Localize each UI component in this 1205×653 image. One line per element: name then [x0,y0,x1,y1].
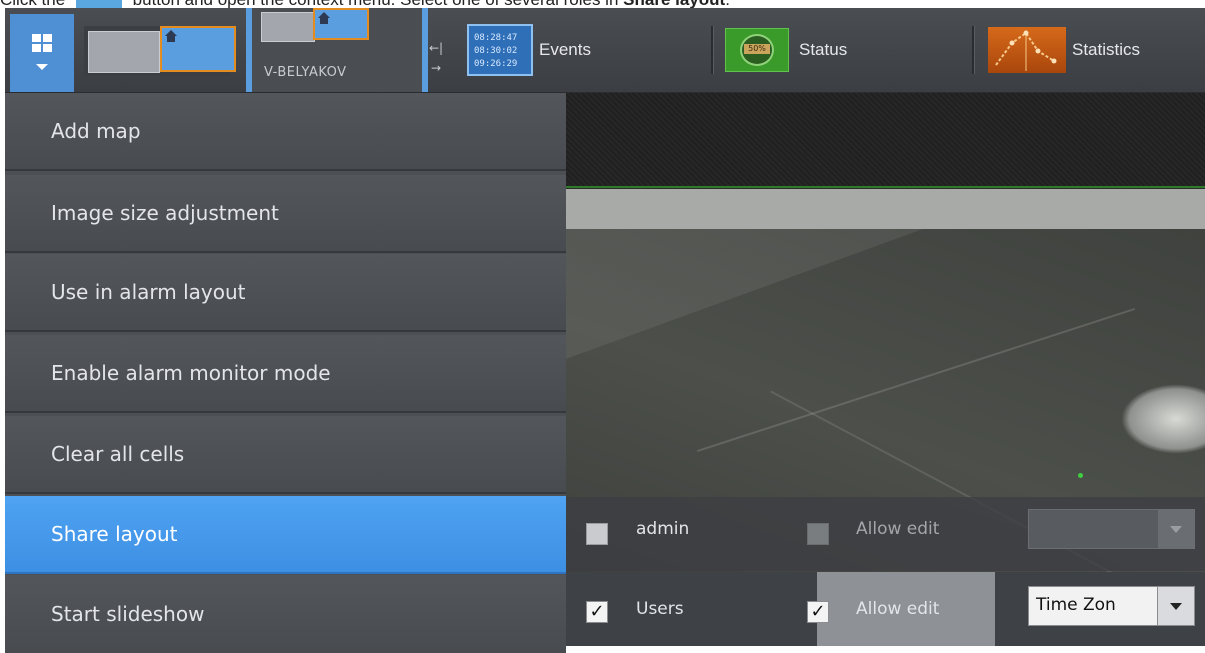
event-time: 09:26:29 [474,59,518,69]
statistics-button[interactable]: Statistics [988,22,1140,78]
menu-item-clear-all-cells[interactable]: Clear all cells [5,416,566,494]
chevron-down-icon[interactable] [1157,587,1194,625]
menu-item-label: Add map [51,119,141,143]
menu-item-label: Start slideshow [51,602,205,626]
layout-cell [261,12,315,42]
menu-item-share-layout[interactable]: Share layout [5,496,566,574]
status-gauge-icon: 50% [725,28,789,72]
event-time: 08:30:02 [474,46,518,56]
chevron-down-icon [36,64,48,70]
layout-name-label: V-BELYAKOV [264,65,347,80]
video-title-bar [566,189,1205,229]
home-icon [165,30,177,42]
expand-panel-icon[interactable]: ←|→ [428,38,444,75]
status-button[interactable]: 50% Status [725,22,847,78]
top-toolbar: V-BELYAKOV ←|→ 08:28:47 08:30:02 09:26:2… [5,8,1205,93]
video-header-dark [566,93,1205,188]
menu-item-label: Image size adjustment [51,201,279,225]
menu-item-label: Enable alarm monitor mode [51,361,331,385]
chevron-down-icon[interactable] [1158,510,1194,548]
statistics-label: Statistics [1072,40,1141,59]
allow-edit-checkbox-admin[interactable] [807,523,829,545]
role-name: admin [636,519,690,539]
events-icon: 08:28:47 08:30:02 09:26:29 [467,24,533,76]
menu-item-label: Share layout [51,522,178,546]
ceiling-lamp [1121,384,1205,454]
layouts-menu-button[interactable] [10,14,74,92]
menu-item-start-slideshow[interactable]: Start slideshow [5,575,566,653]
menu-item-image-size-adjustment[interactable]: Image size adjustment [5,175,566,253]
layout-cell-selected [313,8,369,40]
role-name: Users [636,599,684,619]
menu-item-label: Clear all cells [51,442,185,466]
context-menu: Add map Image size adjustment Use in ala… [5,93,566,653]
layout-cell-selected [160,26,236,72]
caption-button-swatch [75,0,122,8]
menu-item-enable-alarm-monitor-mode[interactable]: Enable alarm monitor mode [5,335,566,413]
timezone-value: Time Zon [1036,595,1116,615]
toolbar-divider [972,26,975,74]
share-role-row: ✓ Users ✓ Allow edit Time Zon [566,572,1205,646]
timezone-dropdown-admin[interactable] [1028,509,1195,549]
layout-thumbnail-2[interactable]: V-BELYAKOV [246,8,428,92]
statistics-chart-icon [988,27,1066,73]
menu-item-use-in-alarm-layout[interactable]: Use in alarm layout [5,254,566,332]
home-icon [318,12,330,24]
role-checkbox-users[interactable]: ✓ [586,601,608,623]
toolbar-divider [711,26,714,74]
allow-edit-label: Allow edit [856,519,940,539]
events-button[interactable]: 08:28:47 08:30:02 09:26:29 Events [467,22,591,78]
role-checkbox-admin[interactable] [586,523,608,545]
status-percent: 50% [744,44,770,54]
indicator-dot [1078,473,1083,478]
layout-thumbnail-1[interactable] [84,26,236,76]
menu-item-add-map[interactable]: Add map [5,93,566,171]
allow-edit-label: Allow edit [856,599,940,619]
events-label: Events [539,40,591,59]
menu-item-label: Use in alarm layout [51,280,246,304]
layout-cell [88,31,160,73]
status-label: Status [799,40,848,59]
grid-icon [32,34,52,54]
share-role-row: admin Allow edit [566,497,1205,571]
layout-selection-bar [246,8,252,92]
event-time: 08:28:47 [474,33,518,43]
timezone-dropdown-users[interactable]: Time Zon [1028,586,1195,626]
allow-edit-checkbox-users[interactable]: ✓ [807,601,829,623]
